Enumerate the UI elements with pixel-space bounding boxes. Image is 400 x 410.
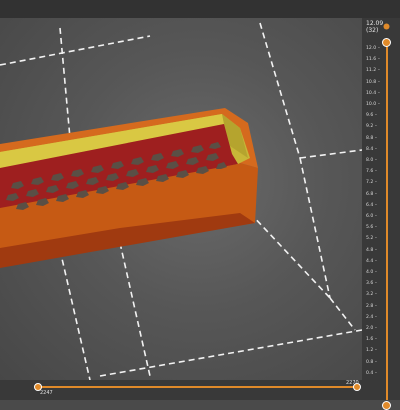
grid-line	[299, 149, 362, 159]
max-height-value: 12.09	[366, 20, 384, 27]
layer-tick-label: 0.8 –	[366, 359, 378, 365]
layer-tick-label: 10.0 –	[366, 102, 380, 107]
layer-tick-label: 6.8 –	[366, 191, 378, 197]
grid-line	[119, 242, 151, 377]
layer-tick-label: 6.0 –	[366, 214, 378, 219]
layer-tick-label: 4.4 –	[366, 258, 378, 264]
layer-tick-label: 3.6 –	[366, 281, 378, 287]
layer-tick-label: 9.2 –	[366, 124, 378, 130]
top-toolbar	[0, 0, 400, 19]
lock-icon[interactable]	[383, 21, 390, 32]
layer-tick-label: 8.4 –	[366, 146, 378, 152]
layer-tick-label: 7.2 –	[366, 180, 378, 186]
layer-tick-label: 11.2 –	[366, 68, 380, 74]
layer-height-slider[interactable]: 12.09 (32) 12.0 – 11.6 – 11.2 – 10.8 – 10.4 …	[362, 18, 400, 410]
grid-line	[299, 157, 331, 299]
layer-tick-label: 8.0 –	[366, 158, 378, 163]
preview-canvas[interactable]	[0, 18, 362, 380]
grid-line	[0, 35, 151, 66]
layer-tick-label: 5.6 –	[366, 225, 378, 231]
layer-tick-labels: 12.0 – 11.6 – 11.2 – 10.8 – 10.4 – 10.0 – 9.6 …	[362, 46, 400, 386]
layer-tick-label: 5.2 –	[366, 236, 378, 242]
max-layer-value: (32)	[366, 27, 379, 34]
layer-tick-label: 8.8 –	[366, 135, 378, 141]
layer-tick-label: 11.6 –	[366, 57, 380, 63]
layer-tick-label: 6.4 –	[366, 202, 378, 208]
layer-tick-label: 0.4 –	[366, 370, 378, 376]
layer-tick-label: 3.2 –	[366, 292, 378, 298]
layer-tick-label: 2.8 –	[366, 303, 378, 309]
grid-line	[259, 22, 301, 159]
layer-tick-label: 10.8 –	[366, 79, 380, 85]
max-height-label: 12.09 (32)	[366, 20, 383, 34]
layer-tick-label: 12.0 –	[366, 46, 380, 51]
layer-tick-label: 7.6 –	[366, 169, 378, 175]
grid-line	[59, 27, 71, 139]
move-start-label: 2247	[40, 390, 53, 396]
grid-line	[99, 329, 362, 377]
layer-tick-label: 2.0 –	[366, 326, 378, 331]
layer-tick-label: 10.4 –	[366, 90, 380, 96]
layer-tick-label: 9.6 –	[366, 113, 378, 119]
grid-line	[329, 297, 356, 331]
layer-tick-label: 2.4 –	[366, 314, 378, 320]
gcode-move-slider[interactable]: 2247 2270	[0, 380, 362, 400]
move-end-label: 2270	[346, 380, 359, 386]
grid-line	[249, 212, 331, 299]
layer-slider-bottom-handle[interactable]	[382, 401, 391, 410]
sliced-model[interactable]	[0, 108, 258, 268]
grid-line	[59, 249, 91, 380]
layer-tick-label: 1.6 –	[366, 337, 378, 343]
3d-preview-viewport[interactable]	[0, 18, 362, 380]
layer-tick-label: 1.2 –	[366, 348, 378, 354]
move-slider-track[interactable]	[40, 386, 358, 388]
layer-tick-label: 4.8 –	[366, 247, 378, 253]
layer-tick-label: 4.0 –	[366, 270, 378, 275]
